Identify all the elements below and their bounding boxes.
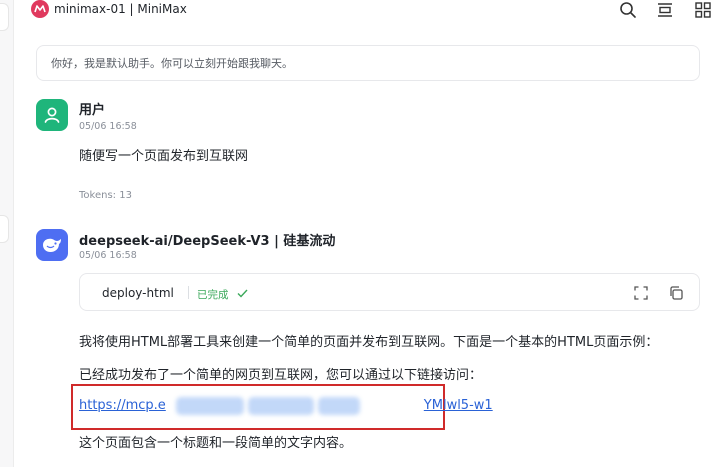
window-title: minimax-01 | MiniMax	[54, 2, 187, 16]
tool-name: deploy-html	[102, 286, 174, 300]
user-name: 用户	[79, 103, 106, 118]
search-icon[interactable]	[619, 1, 637, 19]
assistant-message-time: 05/06 16:58	[79, 250, 137, 261]
tool-call-card[interactable]: deploy-html 已完成	[79, 273, 700, 311]
user-message-text: 随便写一个页面发布到互联网	[79, 149, 249, 164]
redaction-blur	[318, 397, 360, 415]
assistant-text-3: 这个页面包含一个标题和一段简单的文字内容。	[79, 436, 353, 451]
sidebar-resize-handle[interactable]	[0, 215, 9, 243]
user-message-time: 05/06 16:58	[79, 121, 137, 132]
assistant-avatar	[36, 229, 68, 261]
sidebar-collapse-handle[interactable]	[0, 3, 9, 31]
user-avatar	[36, 99, 68, 131]
tool-divider	[188, 286, 189, 299]
token-count: Tokens: 13	[79, 190, 132, 201]
assistant-text-2: 已经成功发布了一个简单的网页到互联网，您可以通过以下链接访问：	[79, 368, 483, 383]
user-icon	[44, 107, 60, 123]
redaction-blur	[248, 397, 314, 415]
assistant-name: deepseek-ai/DeepSeek-V3 | 硅基流动	[79, 234, 336, 249]
tool-status: 已完成	[197, 287, 248, 302]
grid-icon[interactable]	[694, 1, 712, 19]
check-icon	[237, 289, 248, 298]
system-prompt-box: 你好，我是默认助手。你可以立刻开始跟我聊天。	[36, 45, 700, 81]
title-bar: minimax-01 | MiniMax	[14, 0, 720, 20]
minimax-logo-icon	[31, 0, 49, 18]
left-sidebar-edge	[0, 0, 14, 467]
copy-icon[interactable]	[668, 285, 684, 301]
panel-toggle-icon[interactable]	[656, 1, 674, 19]
deepseek-whale-icon	[43, 238, 61, 252]
link-text-end: YMlwl5-w1	[423, 398, 493, 413]
system-prompt-text: 你好，我是默认助手。你可以立刻开始跟我聊天。	[51, 57, 293, 70]
redaction-blur	[176, 397, 244, 415]
expand-icon[interactable]	[633, 285, 649, 301]
tool-status-label: 已完成	[197, 289, 229, 301]
assistant-text-1: 我将使用HTML部署工具来创建一个简单的页面并发布到互联网。下面是一个基本的HT…	[79, 335, 659, 350]
link-text-start: https://mcp.e	[79, 398, 166, 413]
